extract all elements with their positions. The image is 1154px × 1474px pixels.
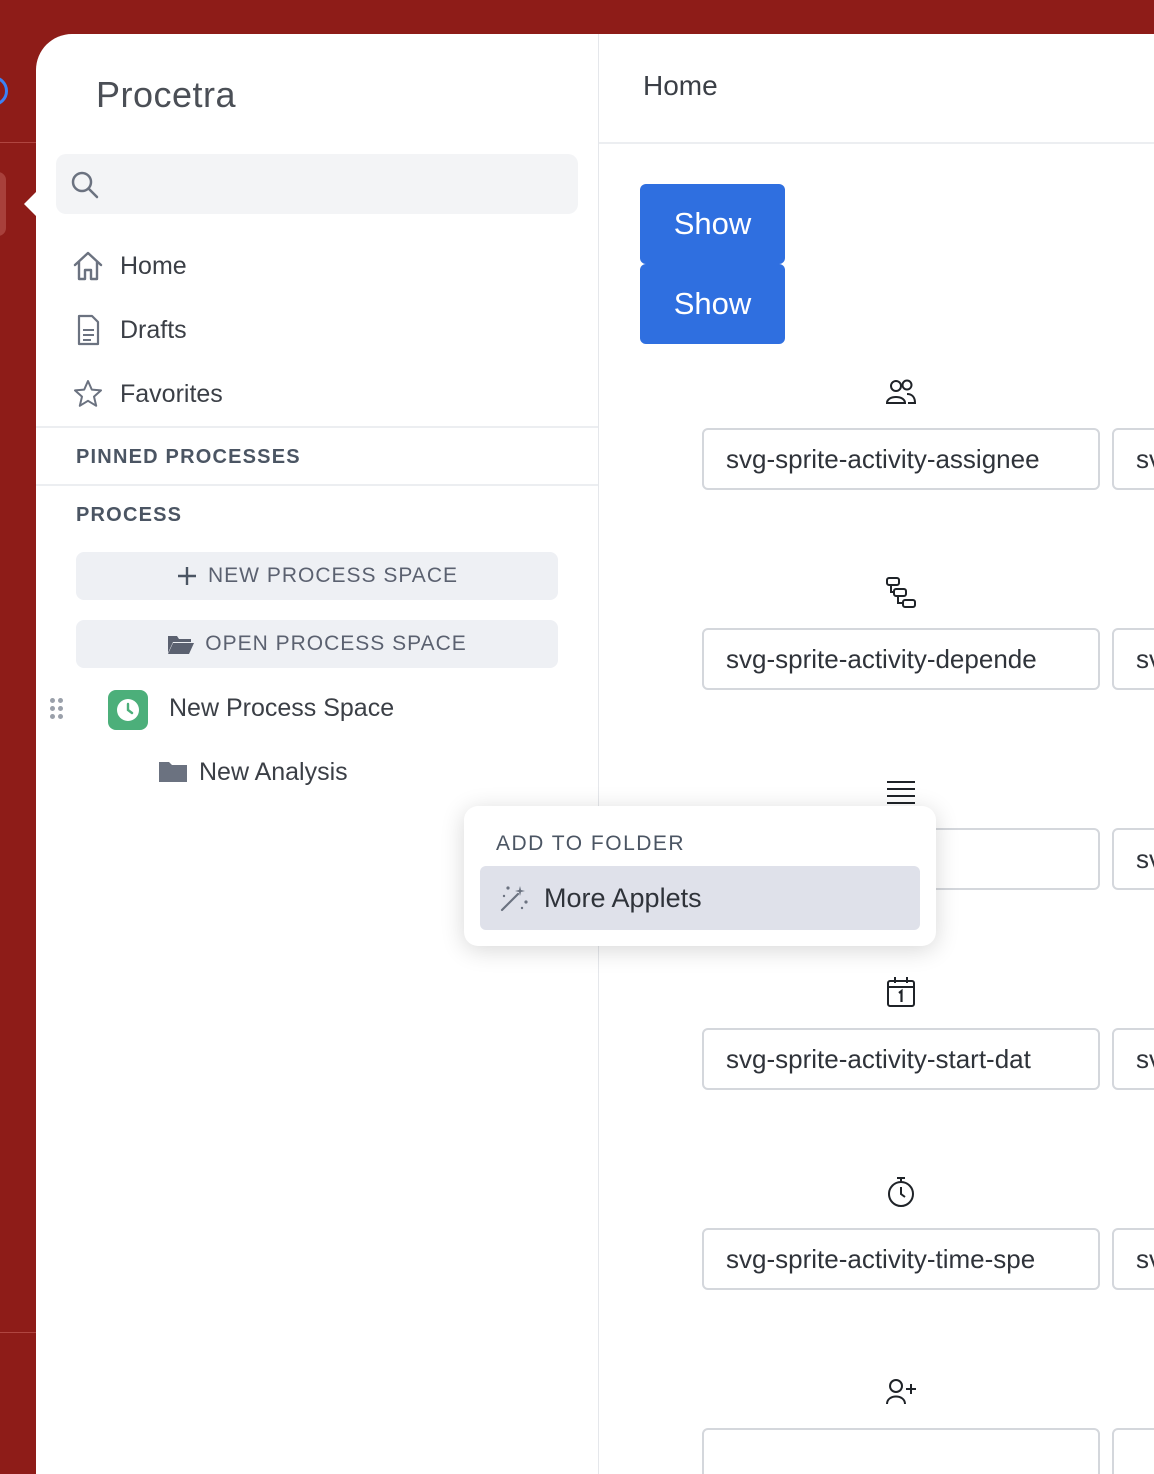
tree-item-process-space[interactable]: New Process Space: [169, 694, 394, 723]
divider: [36, 484, 598, 486]
new-process-space-button[interactable]: NEW PROCESS SPACE: [76, 552, 558, 600]
drag-handle-icon[interactable]: [50, 698, 63, 719]
more-applets-menu-item[interactable]: More Applets: [480, 866, 920, 930]
users-icon: [883, 374, 919, 410]
open-process-space-button[interactable]: OPEN PROCESS SPACE: [76, 620, 558, 668]
add-user-icon: [883, 1374, 919, 1410]
open-process-space-label: OPEN PROCESS SPACE: [205, 632, 467, 655]
list-icon: [883, 774, 919, 810]
sprite-name-field[interactable]: svg-sprite-activity-start-dat: [702, 1028, 1100, 1090]
folder-icon: [158, 760, 188, 789]
plus-icon: [176, 565, 198, 587]
sprite-name-field[interactable]: sv: [1112, 828, 1154, 890]
process-heading: PROCESS: [76, 504, 183, 526]
sprite-name-field[interactable]: sv: [1112, 1028, 1154, 1090]
divider: [36, 426, 598, 428]
sidebar: Procetra Home Drafts Favorites PINNED PR…: [36, 34, 599, 1474]
brand-title: Procetra: [96, 74, 237, 115]
new-process-space-label: NEW PROCESS SPACE: [208, 564, 458, 587]
sprite-name-field[interactable]: [1112, 1428, 1154, 1474]
rail-active-item[interactable]: [0, 172, 6, 236]
clock-icon: [108, 690, 148, 730]
show-button[interactable]: Show: [640, 264, 785, 344]
magic-wand-icon: [498, 882, 530, 914]
star-icon: [70, 376, 106, 412]
stopwatch-icon: [883, 1174, 919, 1210]
popup-title: ADD TO FOLDER: [496, 832, 686, 855]
nav-label: Home: [120, 251, 187, 280]
search-input[interactable]: [56, 154, 578, 214]
main-content: Home Show Show svg-sprite-activity-assig…: [599, 34, 1154, 1474]
folder-open-icon: [167, 633, 195, 655]
rail-divider: [0, 142, 36, 143]
sprite-name-field[interactable]: svg-sprite-activity-time-spe: [702, 1228, 1100, 1290]
nav-item-drafts[interactable]: Drafts: [70, 310, 187, 350]
sidebar-pointer: [24, 190, 38, 218]
nav-item-home[interactable]: Home: [70, 246, 187, 286]
tree-item-analysis[interactable]: New Analysis: [199, 758, 348, 787]
document-icon: [70, 312, 106, 348]
sprite-name-field[interactable]: svg-sprite-activity-assignee: [702, 428, 1100, 490]
nav-label: Favorites: [120, 379, 223, 408]
more-applets-label: More Applets: [544, 882, 702, 913]
rail-divider: [0, 1332, 36, 1333]
calendar-icon: [883, 974, 919, 1010]
nav-item-favorites[interactable]: Favorites: [70, 374, 223, 414]
sprite-name-field[interactable]: [702, 1428, 1100, 1474]
sprite-name-field[interactable]: svg-sprite-activity-depende: [702, 628, 1100, 690]
sprite-name-field[interactable]: sv: [1112, 1228, 1154, 1290]
pinned-processes-heading: PINNED PROCESSES: [76, 446, 301, 468]
account-icon[interactable]: [0, 76, 8, 106]
nav-label: Drafts: [120, 315, 187, 344]
page-title: Home: [643, 70, 718, 101]
sprite-name-field[interactable]: sv: [1112, 428, 1154, 490]
home-icon: [70, 248, 106, 284]
add-to-folder-popup: ADD TO FOLDER More Applets: [464, 806, 936, 946]
search-icon: [71, 171, 99, 199]
app-window: Procetra Home Drafts Favorites PINNED PR…: [36, 34, 1154, 1474]
show-button[interactable]: Show: [640, 184, 785, 264]
sprite-name-field[interactable]: sv: [1112, 628, 1154, 690]
dependency-icon: [883, 574, 919, 610]
main-header: Home: [599, 34, 1154, 144]
